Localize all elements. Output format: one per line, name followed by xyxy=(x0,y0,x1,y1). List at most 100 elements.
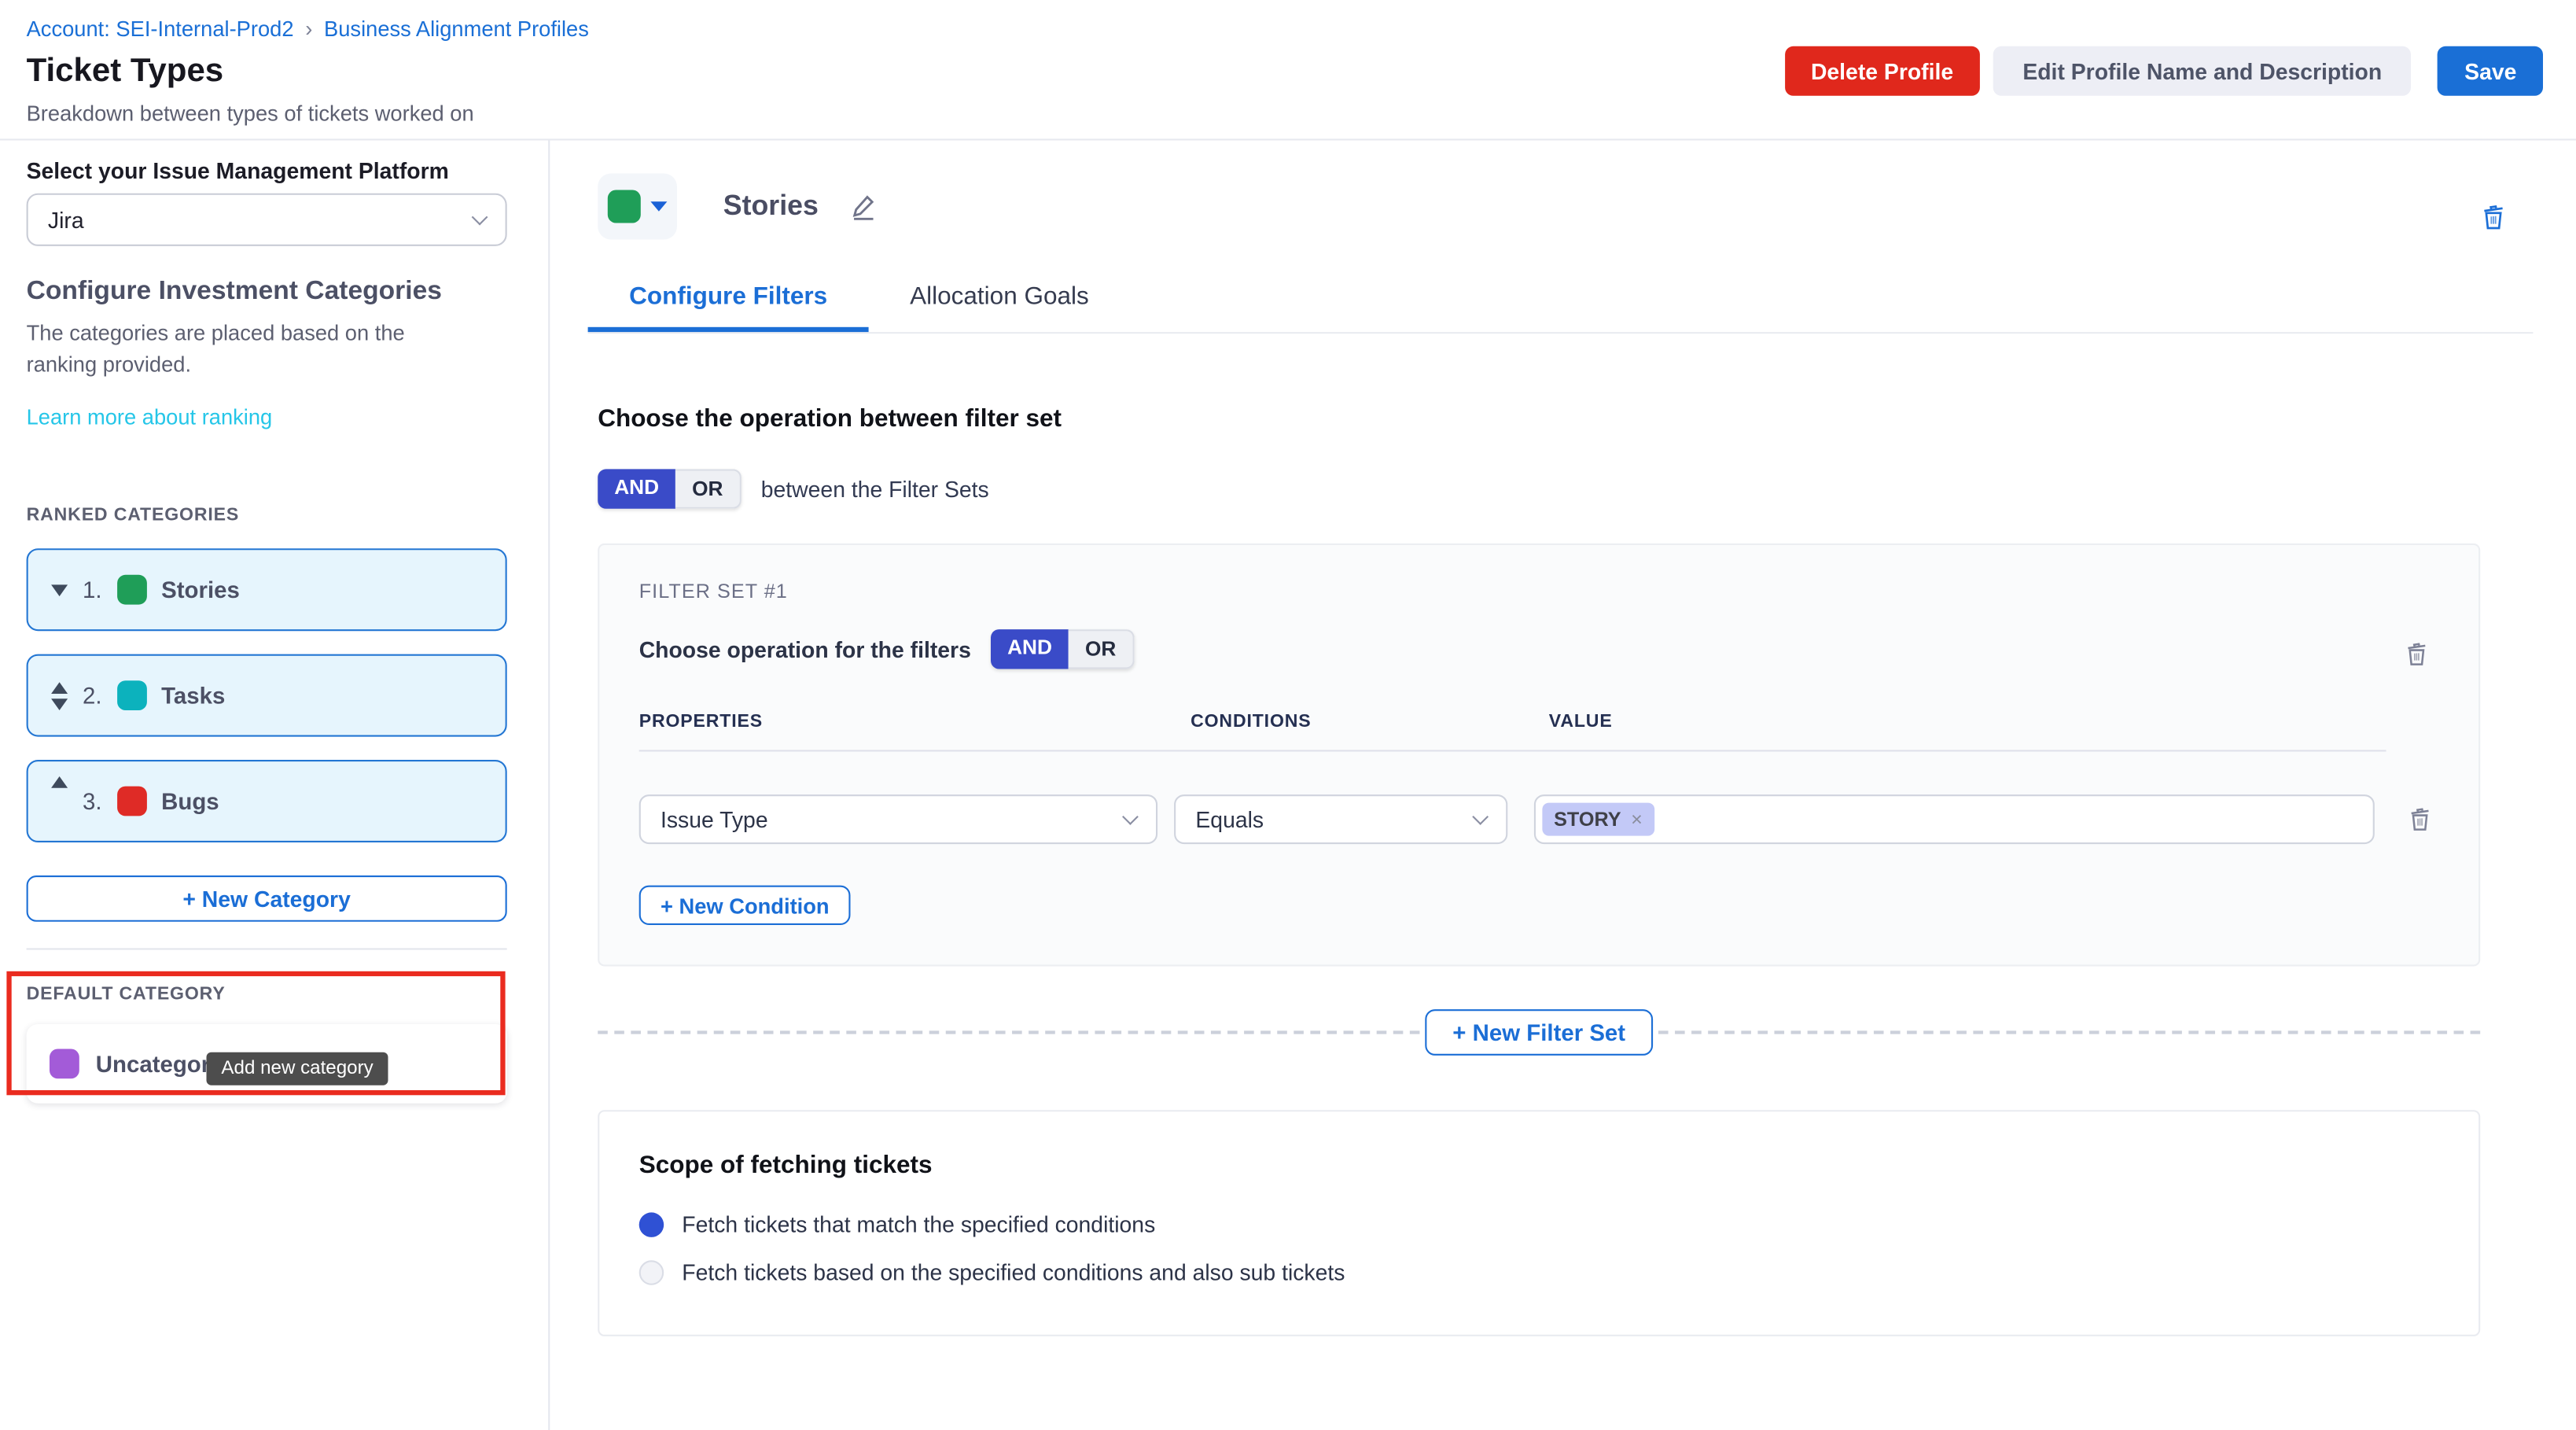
value-column-header: VALUE xyxy=(1534,712,1613,732)
property-select[interactable]: Issue Type xyxy=(639,794,1157,844)
filter-set-operation-title: Choose the operation between filter set xyxy=(598,405,2576,433)
move-down-icon[interactable] xyxy=(51,584,68,595)
sidebar: Select your Issue Management Platform Ji… xyxy=(0,140,550,1430)
delete-category-button[interactable] xyxy=(2480,203,2507,231)
category-card-stories[interactable]: 1. Stories xyxy=(27,548,507,631)
properties-column-header: PROPERTIES xyxy=(639,712,1174,732)
condition-select[interactable]: Equals xyxy=(1174,794,1507,844)
top-bar: Account: SEI-Internal-Prod2 › Business A… xyxy=(0,0,2576,140)
editor-tabs: Configure Filters Allocation Goals xyxy=(588,263,2534,334)
tab-configure-filters[interactable]: Configure Filters xyxy=(588,263,869,332)
category-color-swatch xyxy=(50,1049,79,1079)
move-up-icon[interactable] xyxy=(51,681,68,693)
scope-option-label: Fetch tickets that match the specified c… xyxy=(682,1212,1155,1237)
value-multiselect-input[interactable]: STORY × xyxy=(1534,794,2375,844)
delete-condition-button[interactable] xyxy=(2408,806,2433,833)
filter-set-operation-row: AND OR between the Filter Sets xyxy=(598,469,2576,508)
new-condition-button[interactable]: + New Condition xyxy=(639,886,851,925)
categories-section-title: Configure Investment Categories xyxy=(27,278,549,308)
trash-icon xyxy=(2405,641,2430,668)
edit-profile-button[interactable]: Edit Profile Name and Description xyxy=(1993,46,2412,96)
default-category-label: DEFAULT CATEGORY xyxy=(27,985,549,1004)
between-filter-sets-label: between the Filter Sets xyxy=(761,477,989,502)
category-color-swatch xyxy=(116,680,146,710)
chevron-down-icon xyxy=(472,208,488,225)
save-button[interactable]: Save xyxy=(2438,46,2543,96)
category-label: Tasks xyxy=(161,682,225,709)
category-card-bugs[interactable]: 3. Bugs xyxy=(27,760,507,842)
category-name: Stories xyxy=(723,190,819,223)
radio-selected-icon[interactable] xyxy=(639,1212,664,1237)
filter-operator-label: Choose operation for the filters xyxy=(639,637,971,662)
tab-allocation-goals[interactable]: Allocation Goals xyxy=(869,263,1131,332)
operator-and-option[interactable]: AND xyxy=(598,469,675,508)
condition-select-value: Equals xyxy=(1195,807,1264,832)
new-category-button[interactable]: + New Category xyxy=(27,875,507,922)
conditions-column-header: CONDITIONS xyxy=(1174,712,1534,732)
scope-option-match: Fetch tickets that match the specified c… xyxy=(639,1212,2439,1237)
category-color-swatch xyxy=(116,787,146,816)
new-filter-set-divider: + New Filter Set xyxy=(598,1009,2480,1056)
trash-icon xyxy=(2408,806,2433,833)
top-bar-actions: Delete Profile Edit Profile Name and Des… xyxy=(1784,46,2543,96)
filters-operator-toggle: AND OR xyxy=(991,629,1134,669)
platform-select[interactable]: Jira xyxy=(27,193,507,246)
remove-chip-icon[interactable]: × xyxy=(1631,808,1643,831)
breadcrumb-profiles-link[interactable]: Business Alignment Profiles xyxy=(324,17,589,41)
page-body: Select your Issue Management Platform Ji… xyxy=(0,140,2576,1430)
filter-set-card: FILTER SET #1 Choose operation for the f… xyxy=(598,544,2480,967)
scope-option-sub-tickets: Fetch tickets based on the specified con… xyxy=(639,1260,2439,1285)
operator-or-option[interactable]: OR xyxy=(675,469,741,508)
delete-profile-button[interactable]: Delete Profile xyxy=(1784,46,1979,96)
app-root: Account: SEI-Internal-Prod2 › Business A… xyxy=(0,0,2576,1430)
main-panel: Stories Configure Filters Allocation Goa… xyxy=(550,140,2576,1430)
filter-operator-row: Choose operation for the filters AND OR xyxy=(639,629,2439,669)
operator-and-option[interactable]: AND xyxy=(991,629,1069,669)
category-label: Bugs xyxy=(161,788,219,815)
top-bar-left: Account: SEI-Internal-Prod2 › Business A… xyxy=(27,17,589,126)
selected-color-swatch xyxy=(608,190,641,223)
move-down-icon[interactable] xyxy=(51,698,68,709)
ranked-categories-label: RANKED CATEGORIES xyxy=(27,506,549,525)
scope-option-label: Fetch tickets based on the specified con… xyxy=(682,1260,1345,1285)
page-title: Ticket Types xyxy=(27,53,589,90)
chevron-down-icon xyxy=(1472,808,1489,824)
move-up-icon[interactable] xyxy=(51,776,68,788)
pencil-icon xyxy=(848,192,878,222)
operator-or-option[interactable]: OR xyxy=(1069,629,1134,669)
sidebar-divider xyxy=(27,948,507,949)
category-color-picker[interactable] xyxy=(598,173,677,239)
category-label: Stories xyxy=(161,577,240,603)
move-up-down-icon[interactable] xyxy=(51,681,68,709)
breadcrumb-separator-icon: › xyxy=(305,17,312,41)
trash-icon xyxy=(2480,203,2507,231)
property-select-value: Issue Type xyxy=(661,807,768,832)
value-chip-label: STORY xyxy=(1554,808,1621,831)
platform-select-value: Jira xyxy=(48,208,84,233)
category-card-tasks[interactable]: 2. Tasks xyxy=(27,654,507,737)
edit-category-name-button[interactable] xyxy=(848,192,878,222)
value-chip-story: STORY × xyxy=(1542,803,1654,836)
breadcrumb-account-link[interactable]: Account: SEI-Internal-Prod2 xyxy=(27,17,294,41)
caret-down-icon xyxy=(650,201,667,212)
filter-sets-operator-toggle: AND OR xyxy=(598,469,741,508)
add-category-tooltip: Add new category xyxy=(207,1052,388,1085)
breadcrumb: Account: SEI-Internal-Prod2 › Business A… xyxy=(27,17,589,41)
filter-set-title: FILTER SET #1 xyxy=(639,580,2439,603)
category-color-swatch xyxy=(116,575,146,605)
scope-card: Scope of fetching tickets Fetch tickets … xyxy=(598,1110,2480,1336)
learn-more-link[interactable]: Learn more about ranking xyxy=(27,405,273,430)
filter-condition-row: Issue Type Equals STORY × xyxy=(639,794,2439,844)
new-filter-set-button[interactable]: + New Filter Set xyxy=(1425,1009,1654,1056)
category-rank: 1. xyxy=(83,577,102,603)
category-editor-header: Stories xyxy=(598,173,2576,239)
column-header-divider xyxy=(639,750,2386,751)
page-subtitle: Breakdown between types of tickets worke… xyxy=(27,101,589,126)
category-rank: 3. xyxy=(83,788,102,815)
categories-section-description: The categories are placed based on the r… xyxy=(27,317,440,380)
filter-column-headers: PROPERTIES CONDITIONS VALUE xyxy=(639,712,2439,732)
category-rank: 2. xyxy=(83,682,102,709)
delete-filter-set-button[interactable] xyxy=(2405,641,2430,668)
platform-label: Select your Issue Management Platform xyxy=(27,159,549,184)
radio-unselected-icon[interactable] xyxy=(639,1260,664,1285)
